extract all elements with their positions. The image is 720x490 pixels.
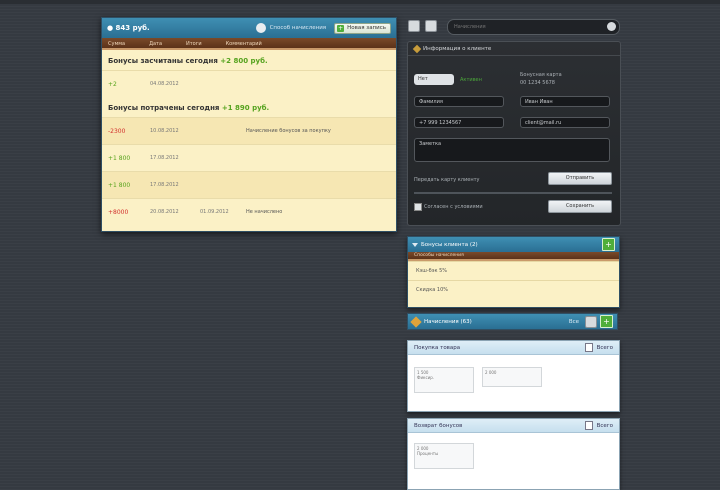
- email-field[interactable]: client@mail.ru: [520, 117, 610, 128]
- firstname-field[interactable]: Иван Иван: [520, 96, 610, 107]
- chevron-down-icon[interactable]: [412, 242, 418, 247]
- card-detail-left: 1 500 Фиксир.: [414, 367, 474, 393]
- tab-sum[interactable]: Сумма: [108, 41, 125, 48]
- document-icon[interactable]: [584, 343, 593, 352]
- income-label: Бонусы засчитаны сегодня: [108, 57, 218, 65]
- row-date: 20.08.2012: [150, 209, 179, 215]
- table-row[interactable]: -2300 10.08.2012 Начисление бонусов за п…: [102, 117, 396, 144]
- ledger-header: ● 843 руб. Способ начисления + Новая зап…: [102, 18, 396, 38]
- table-row[interactable]: +2 04.08.2012: [102, 70, 396, 97]
- settings-link[interactable]: Способ начисления: [270, 25, 327, 31]
- row-amount: +1 800: [108, 181, 131, 189]
- tab-date[interactable]: Дата: [149, 41, 162, 48]
- bonus-widget-tab[interactable]: Способы начисления: [408, 252, 619, 261]
- card-title: Покупка товара: [414, 344, 461, 351]
- row-extra: 01.09.2012: [200, 209, 229, 215]
- row-date: 10.08.2012: [150, 128, 179, 134]
- card-meta: Всего: [596, 344, 613, 351]
- card-detail-left: 2 000 Проценты: [414, 443, 474, 469]
- row-amount: +8000: [108, 208, 129, 216]
- search-input[interactable]: [454, 22, 594, 31]
- table-row[interactable]: +8000 20.08.2012 01.09.2012 Не начислено: [102, 198, 396, 225]
- balance-title: ● 843 руб.: [107, 24, 150, 32]
- income-value: +2 800 руб.: [220, 57, 268, 65]
- document-icon[interactable]: [584, 421, 593, 430]
- card-label: Бонусная карта: [520, 72, 562, 78]
- client-info-title: Информация о клиенте: [423, 45, 492, 52]
- card-number: 00 1234 5678: [520, 80, 555, 86]
- pencil-icon: [412, 44, 422, 53]
- status-text: Активен: [460, 77, 482, 83]
- detail-value: Проценты: [417, 451, 439, 456]
- add-catalog-icon[interactable]: +: [600, 315, 613, 328]
- expense-value: +1 890 руб.: [221, 104, 270, 112]
- plus-icon: +: [337, 24, 345, 32]
- row-amount: +2: [108, 80, 117, 88]
- client-info-header: Информация о клиенте: [408, 42, 620, 56]
- top-bar: [0, 0, 720, 4]
- row-date: 17.08.2012: [150, 155, 179, 161]
- card-meta: Всего: [596, 422, 613, 429]
- row-amount: +1 800: [108, 154, 131, 162]
- detail-value: 2 000: [485, 370, 497, 375]
- status-toggle[interactable]: Нет: [414, 74, 454, 85]
- catalog-title: Начисления (63): [424, 318, 472, 325]
- catalog-filter[interactable]: Все: [569, 319, 579, 325]
- phone-field[interactable]: +7 999 1234567: [414, 117, 504, 128]
- detail-value: Фиксир.: [417, 375, 435, 380]
- row-amount: -2300: [108, 127, 126, 135]
- catalog-header: Начисления (63) Все +: [407, 313, 618, 330]
- save-button[interactable]: Сохранить: [548, 200, 612, 213]
- income-summary: Бонусы засчитаны сегодня +2 800 руб.: [102, 50, 396, 70]
- tab-totals[interactable]: Итоги: [186, 41, 202, 48]
- list-view-icon[interactable]: [425, 20, 437, 32]
- card-detail-right: 2 000: [482, 367, 542, 387]
- client-info-panel: Информация о клиенте: [407, 41, 621, 226]
- bonus-widget: Бонусы клиента (2) + Способы начисления …: [407, 236, 620, 308]
- tab-comment[interactable]: Комментарий: [226, 41, 262, 48]
- send-button[interactable]: Отправить: [548, 172, 612, 185]
- ledger-tabs: Сумма Дата Итоги Комментарий: [102, 38, 396, 50]
- list-item[interactable]: Скидка 10%: [408, 280, 619, 299]
- table-row[interactable]: +1 800 17.08.2012: [102, 144, 396, 171]
- search-bar: [447, 19, 620, 35]
- card-title: Возврат бонусов: [414, 422, 463, 429]
- add-bonus-icon[interactable]: +: [602, 238, 615, 251]
- gear-icon[interactable]: [255, 23, 266, 33]
- ledger-panel: ● 843 руб. Способ начисления + Новая зап…: [101, 17, 397, 232]
- grid-view-icon[interactable]: [408, 20, 420, 32]
- bonus-widget-title: Бонусы клиента (2): [421, 241, 478, 248]
- lastname-field[interactable]: Фамилия: [414, 96, 504, 107]
- agree-label: Согласен с условиями: [424, 204, 483, 210]
- row-date: 17.08.2012: [150, 182, 179, 188]
- agree-checkbox[interactable]: [414, 203, 422, 211]
- bonus-widget-header: Бонусы клиента (2) +: [408, 237, 619, 252]
- comment-field[interactable]: Заметка: [414, 138, 610, 162]
- send-card-label: Передать карту клиенту: [414, 177, 480, 183]
- settings-icon[interactable]: [585, 315, 597, 328]
- table-row[interactable]: +1 800 17.08.2012: [102, 171, 396, 198]
- card-header: Возврат бонусов Всего: [408, 419, 619, 433]
- expense-label: Бонусы потрачены сегодня: [108, 104, 220, 112]
- add-entry-label: Новая запись: [347, 25, 386, 31]
- search-icon[interactable]: [607, 22, 616, 31]
- list-item[interactable]: Кэш-бэк 5%: [408, 261, 619, 280]
- card-header: Покупка товара Всего: [408, 341, 619, 355]
- row-date: 04.08.2012: [150, 81, 179, 87]
- star-icon: [410, 315, 422, 328]
- row-comment: Не начислено: [246, 209, 283, 215]
- row-comment: Начисление бонусов за покупку: [246, 128, 331, 134]
- expense-summary: Бонусы потрачены сегодня +1 890 руб.: [102, 97, 396, 117]
- add-entry-button[interactable]: + Новая запись: [334, 22, 391, 34]
- form-divider: [414, 192, 612, 194]
